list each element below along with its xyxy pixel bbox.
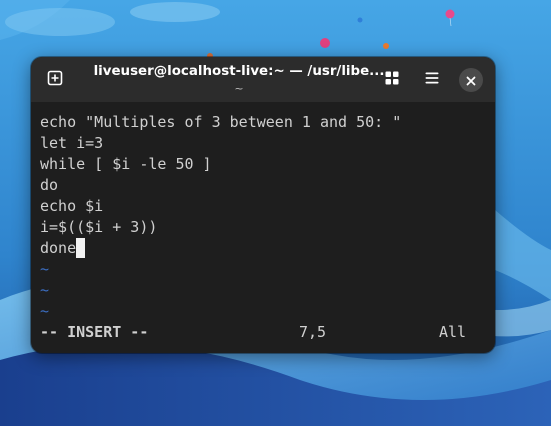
editor-line: echo $i bbox=[40, 197, 104, 215]
titlebar: liveuser@localhost-live:~ — /usr/libe...… bbox=[31, 57, 495, 102]
terminal-window: liveuser@localhost-live:~ — /usr/libe...… bbox=[31, 57, 495, 353]
editor-line: while [ $i -le 50 ] bbox=[40, 155, 212, 173]
editor-line: i=$(($i + 3)) bbox=[40, 218, 158, 236]
mode-indicator: -- INSERT -- bbox=[40, 323, 149, 341]
editor-line: let i=3 bbox=[40, 134, 104, 152]
scroll-position: All bbox=[439, 323, 467, 341]
tab-overview-button[interactable] bbox=[377, 65, 407, 95]
grid-icon bbox=[384, 70, 400, 90]
main-menu-button[interactable] bbox=[417, 65, 447, 95]
empty-line-tilde: ~ bbox=[40, 302, 50, 320]
hamburger-menu-icon bbox=[424, 70, 440, 90]
new-tab-button[interactable] bbox=[40, 65, 70, 95]
window-subtitle: ~ bbox=[234, 82, 244, 95]
close-icon bbox=[466, 71, 476, 90]
close-button[interactable] bbox=[459, 68, 483, 92]
text-cursor bbox=[76, 238, 86, 258]
editor-line-current: done bbox=[40, 238, 490, 259]
vim-status-line: -- INSERT -- 7,5 All bbox=[40, 322, 490, 343]
empty-line-tilde: ~ bbox=[40, 281, 50, 299]
new-tab-icon bbox=[47, 70, 63, 90]
editor-line: do bbox=[40, 176, 59, 194]
editor-line: echo "Multiples of 3 between 1 and 50: " bbox=[40, 113, 402, 131]
window-title: liveuser@localhost-live:~ — /usr/libe... bbox=[93, 64, 385, 79]
empty-line-tilde: ~ bbox=[40, 260, 50, 278]
cursor-position: 7,5 bbox=[299, 323, 327, 341]
terminal-content[interactable]: echo "Multiples of 3 between 1 and 50: "… bbox=[40, 112, 490, 348]
editor-line-text: done bbox=[40, 239, 77, 257]
